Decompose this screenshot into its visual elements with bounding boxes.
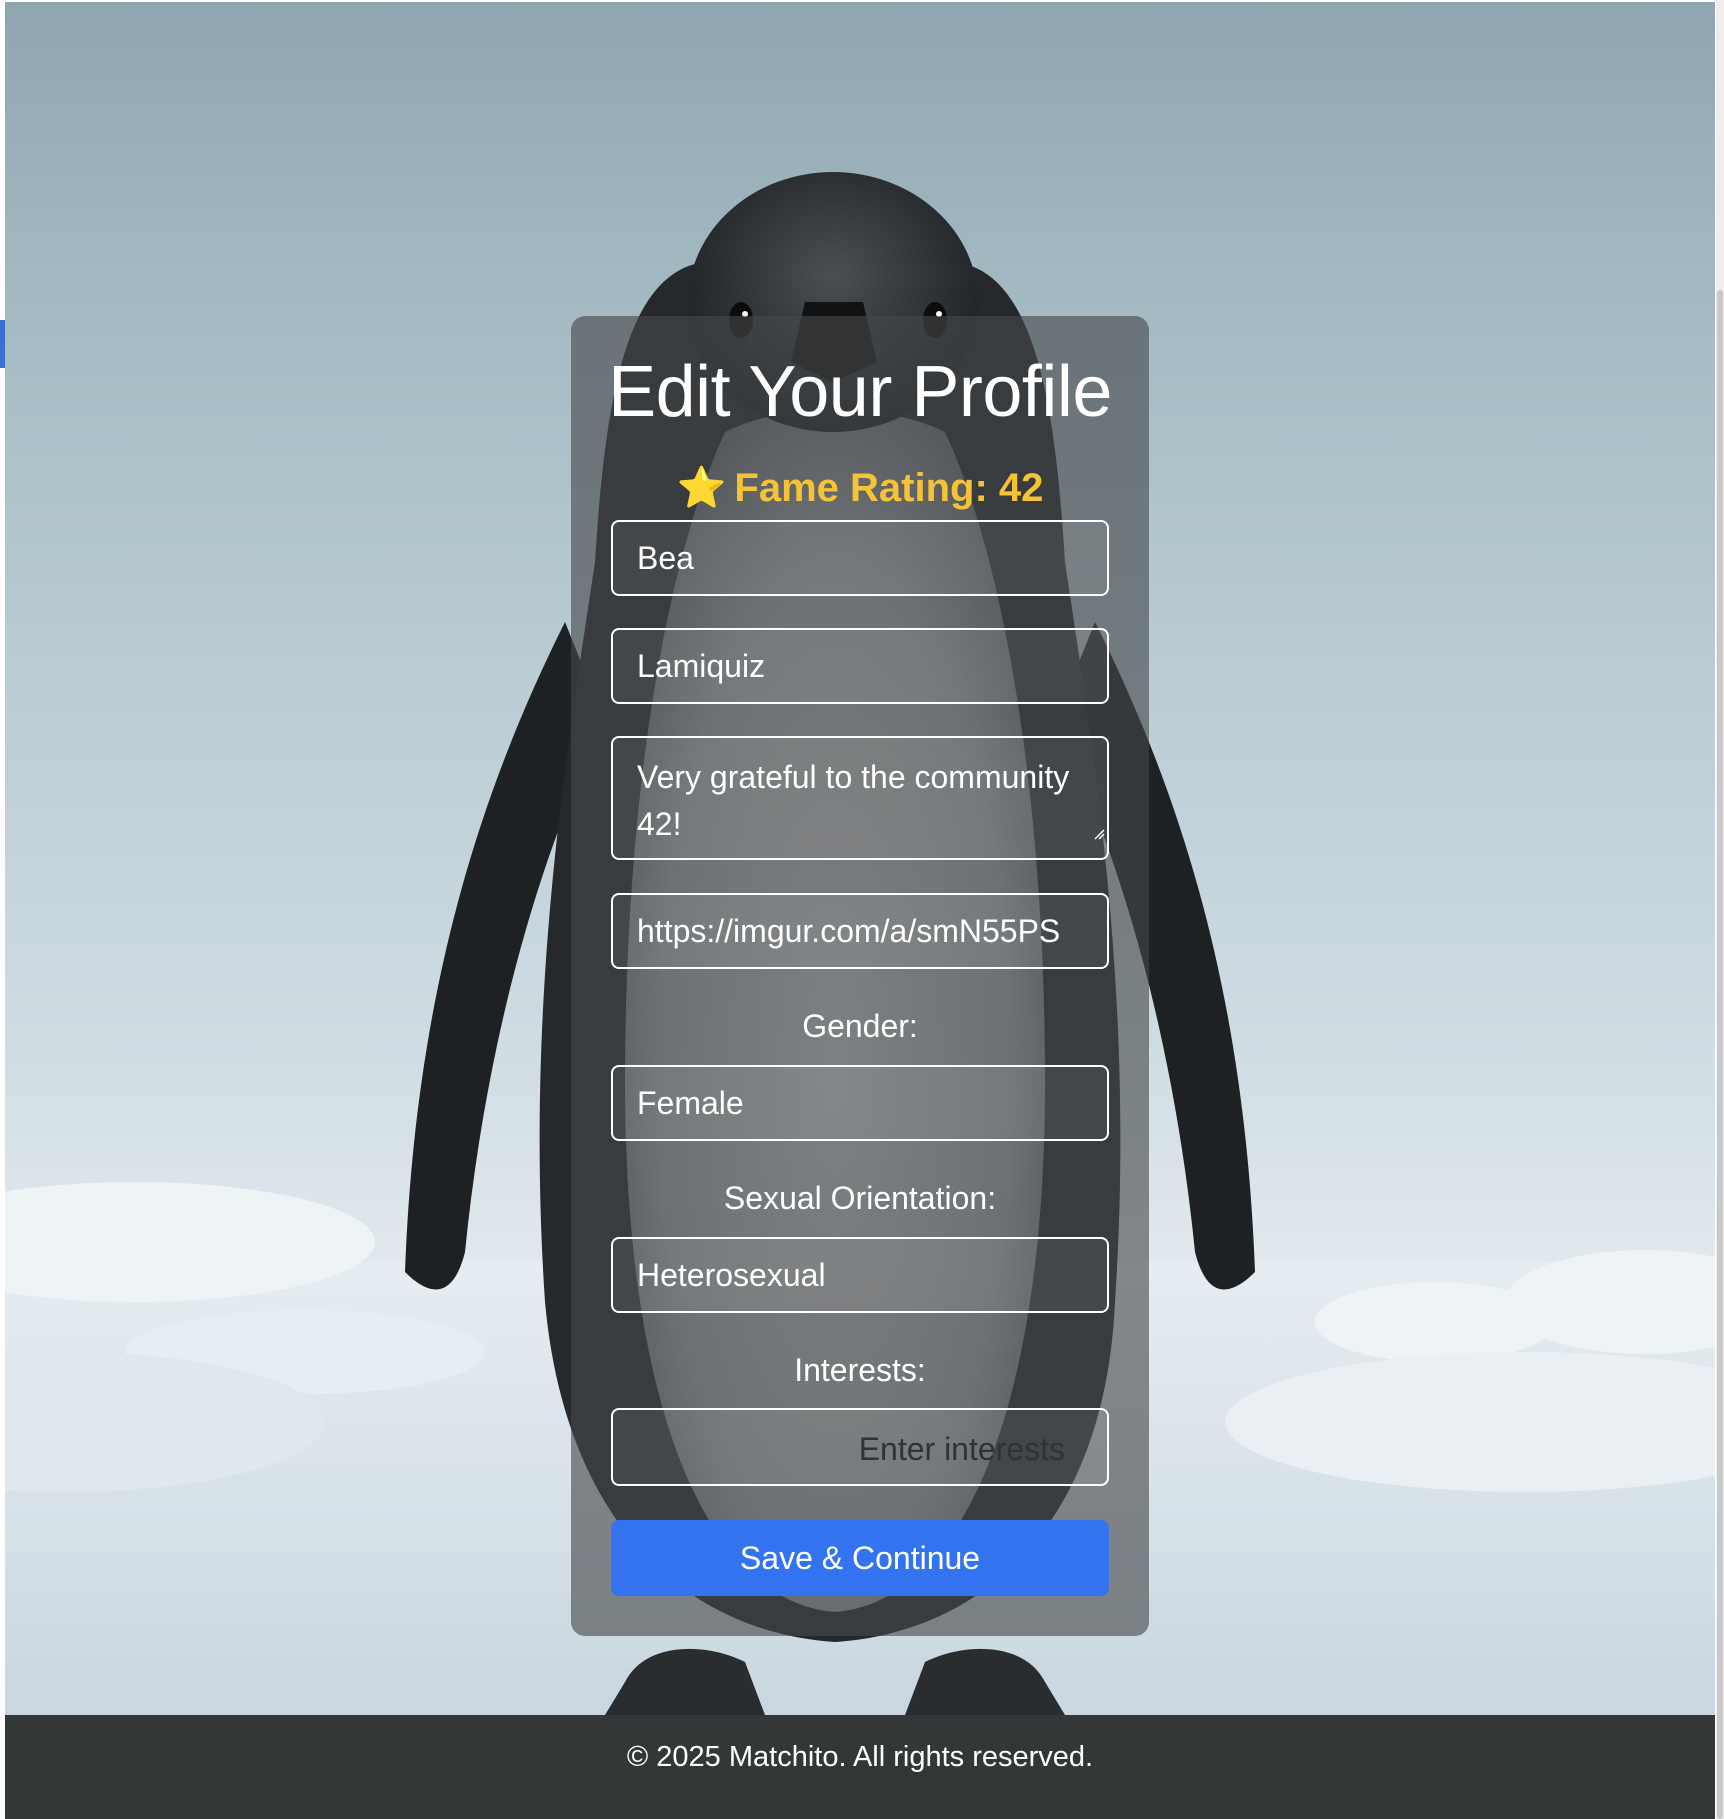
scrollbar-thumb[interactable] <box>1717 290 1723 1819</box>
interests-label: Interests: <box>794 1352 926 1388</box>
first-name-input[interactable] <box>611 520 1109 596</box>
orientation-label: Sexual Orientation: <box>723 1180 997 1216</box>
page-title: Edit Your Profile <box>608 352 1112 432</box>
interests-input[interactable] <box>763 1430 1067 1469</box>
interests-field[interactable] <box>611 1408 1109 1486</box>
side-tab-marker[interactable] <box>0 320 5 368</box>
edit-profile-card: Edit Your Profile ⭐Fame Rating: 42 Very … <box>571 316 1149 1636</box>
last-name-input[interactable] <box>611 628 1109 704</box>
star-icon: ⭐ <box>676 466 727 510</box>
footer: © 2025 Matchito. All rights reserved. <box>5 1715 1715 1819</box>
bio-textarea[interactable]: Very grateful to the community 42! <box>611 736 1109 860</box>
resize-grip-icon[interactable] <box>1093 828 1105 840</box>
save-continue-button[interactable]: Save & Continue <box>611 1520 1109 1596</box>
footer-copyright: © 2025 Matchito. All rights reserved. <box>626 1741 1094 1773</box>
gender-label: Gender: <box>802 1008 918 1044</box>
fame-rating: ⭐ Fame Rating: 42 <box>571 468 1149 508</box>
orientation-select[interactable] <box>611 1237 1109 1313</box>
fame-rating-text: Fame Rating: 42 <box>734 466 1044 510</box>
gender-select[interactable] <box>611 1065 1109 1141</box>
picture-url-input[interactable] <box>611 893 1109 969</box>
